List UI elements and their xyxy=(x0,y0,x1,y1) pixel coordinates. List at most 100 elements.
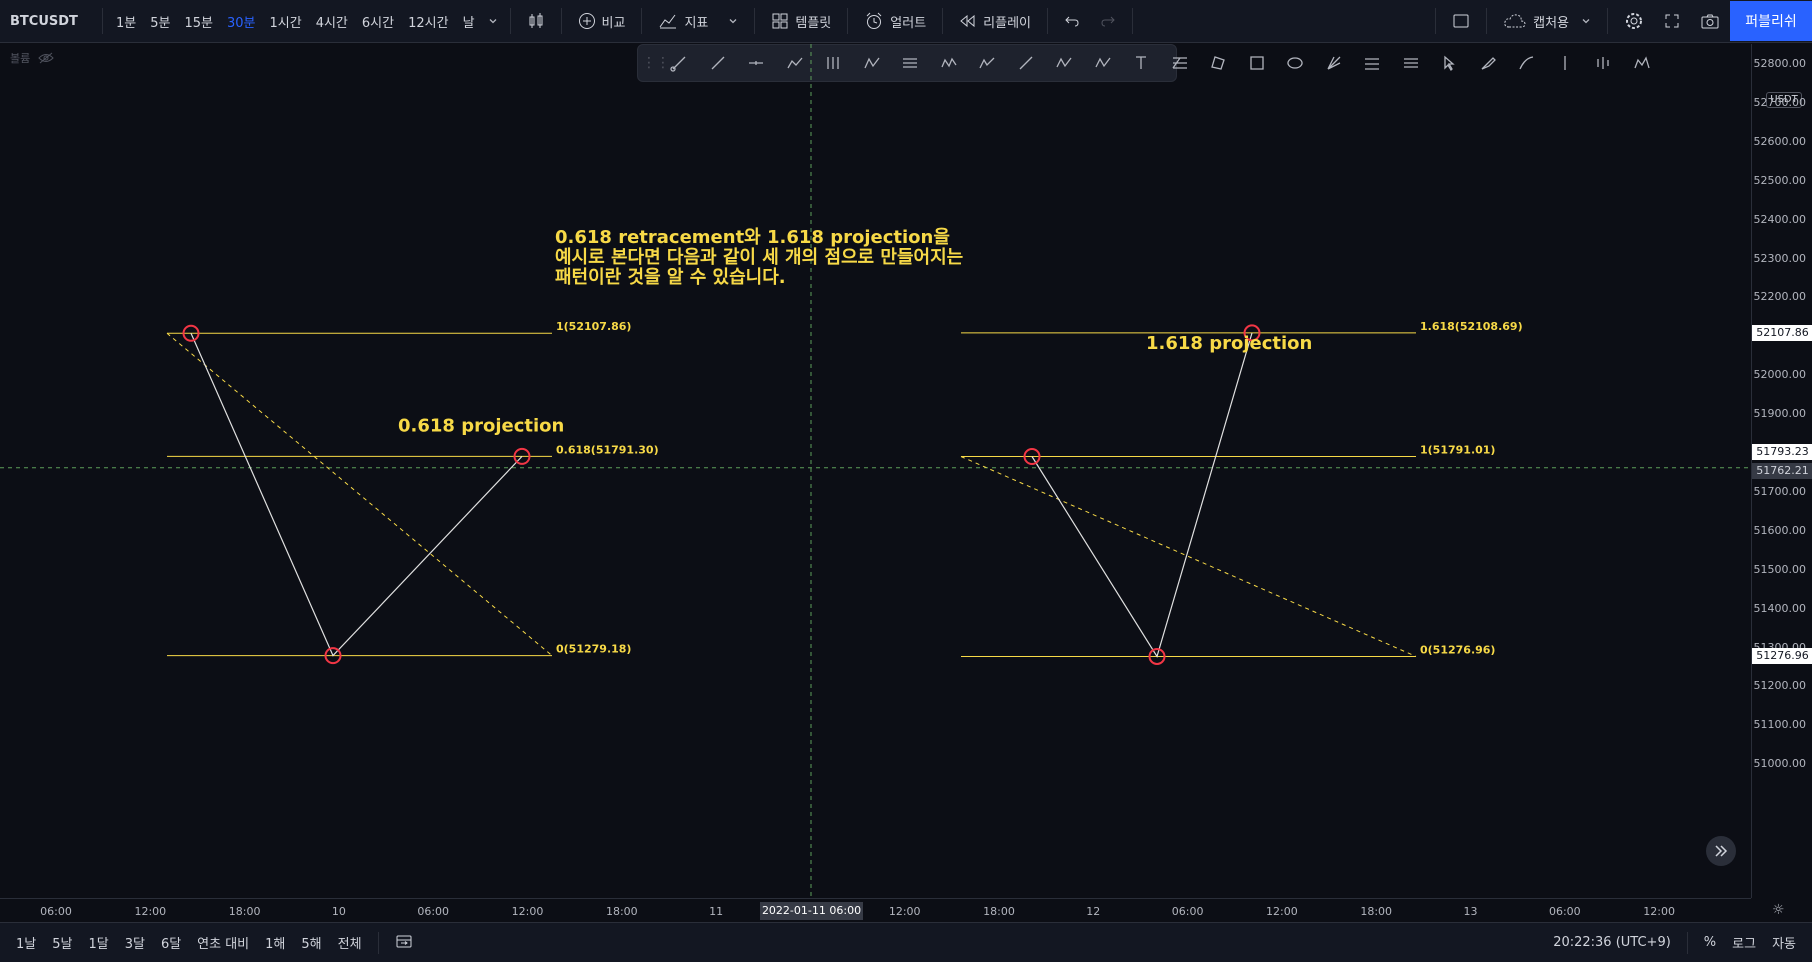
snapshot-button[interactable] xyxy=(1690,12,1730,30)
right-level-label: 0(51276.96) xyxy=(1420,643,1495,656)
range-button[interactable]: 연초 대비 xyxy=(189,933,257,952)
time-tick-label: 18:00 xyxy=(228,905,261,918)
time-tick-label: 13 xyxy=(1463,905,1478,918)
divider xyxy=(1435,8,1437,34)
timeframe-button[interactable]: 1시간 xyxy=(263,12,309,31)
bottom-toolbar: 1날 5날 1달 3달 6달 연초 대비 1해 5해 전체 20:22:36 (UTC+9) %… xyxy=(0,922,1812,962)
price-marker-label: 51762.21 xyxy=(1752,462,1812,479)
redo-icon xyxy=(1101,16,1115,27)
range-button[interactable]: 3달 xyxy=(117,933,153,952)
divider xyxy=(377,931,379,954)
layout-save-button[interactable]: 캡처용 xyxy=(1493,12,1601,31)
divider xyxy=(509,8,511,34)
range-button[interactable]: 1날 xyxy=(0,933,44,952)
timeframe-button[interactable]: 6시간 xyxy=(355,12,401,31)
timeframe-button[interactable]: 1분 xyxy=(109,12,143,31)
range-button[interactable]: 1해 xyxy=(257,933,293,952)
timeframe-list: 1분 5분 15분 30분 1시간 4시간 6시간 12시간 날 xyxy=(109,12,482,31)
price-tick-label: 52000.00 xyxy=(1753,368,1807,382)
chevron-down-icon[interactable] xyxy=(1581,16,1591,26)
right-level-label: 1.618(52108.69) xyxy=(1420,320,1523,333)
right-pattern-path xyxy=(1031,332,1253,658)
auto-scale-toggle[interactable]: 자동 xyxy=(1764,933,1812,952)
percent-scale-toggle[interactable]: % xyxy=(1696,935,1724,950)
range-button[interactable]: 6달 xyxy=(153,933,189,952)
price-tick-label: 51500.00 xyxy=(1753,562,1807,576)
annotation-text[interactable]: 0.618 retracement와 1.618 projection을 예시로… xyxy=(555,228,963,288)
time-tick-label: 12:00 xyxy=(1643,905,1675,918)
plus-circle-icon xyxy=(578,13,595,29)
camera-icon xyxy=(1701,14,1719,29)
chart-pane[interactable]: 1(52107.86) 0.618(51791.30) 0(51279.18) 0.6… xyxy=(0,44,1751,898)
divider xyxy=(102,8,103,34)
divider xyxy=(847,8,849,34)
time-tick-label: 06:00 xyxy=(417,905,450,918)
price-tick-label: 52300.00 xyxy=(1753,251,1807,265)
price-tick-label: 52700.00 xyxy=(1753,95,1807,109)
clock-timezone[interactable]: 20:22:36 (UTC+9) xyxy=(1545,935,1679,950)
divider xyxy=(1132,8,1134,34)
divider xyxy=(1686,931,1688,954)
price-tick-label: 51000.00 xyxy=(1753,757,1807,771)
left-pattern-title: 0.618 projection xyxy=(398,415,564,436)
left-level-label: 1(52107.86) xyxy=(556,320,631,333)
calendar-range-icon xyxy=(396,935,412,947)
timeframe-button[interactable]: 4시간 xyxy=(309,12,355,31)
divider xyxy=(641,8,643,34)
undo-icon xyxy=(1065,16,1079,27)
price-axis[interactable]: USDT 52800.00 52700.00 52600.00 52500.00 524… xyxy=(1751,44,1812,898)
left-level-label: 0.618(51791.30) xyxy=(556,443,659,456)
time-tick-label: 12:00 xyxy=(134,905,167,918)
price-tick-label: 52200.00 xyxy=(1753,290,1807,304)
time-tick-label: 12 xyxy=(1086,905,1101,918)
axis-settings-icon[interactable]: ☼ xyxy=(1772,902,1785,918)
range-button[interactable]: 1달 xyxy=(80,933,116,952)
price-marker-label: 51793.23 xyxy=(1752,443,1812,460)
candles-icon xyxy=(529,13,543,28)
time-tick-label: 06:00 xyxy=(1171,905,1204,918)
scroll-to-realtime-button[interactable] xyxy=(1706,836,1736,866)
time-tick-label: 11 xyxy=(709,905,724,918)
rewind-icon xyxy=(960,14,975,28)
compare-button[interactable]: 비교 xyxy=(568,12,636,31)
price-tick-label: 52400.00 xyxy=(1753,212,1807,226)
fullscreen-layout-button[interactable] xyxy=(1442,13,1480,29)
log-scale-toggle[interactable]: 로그 xyxy=(1724,933,1764,952)
undo-button[interactable] xyxy=(1054,14,1090,28)
replay-button[interactable]: 리플레이 xyxy=(949,12,1041,31)
chevron-down-icon[interactable] xyxy=(728,16,738,26)
range-button[interactable]: 5해 xyxy=(293,933,329,952)
left-trend-dashed xyxy=(166,332,553,656)
top-toolbar: BTCUSDT 1분 5분 15분 30분 1시간 4시간 6시간 12시간 날 비교 지표 템… xyxy=(0,0,1812,43)
layout-label: 캡처용 xyxy=(1533,15,1569,31)
templates-button[interactable]: 템플릿 xyxy=(761,12,841,31)
fullscreen-button[interactable] xyxy=(1654,13,1690,29)
double-chevron-right-icon xyxy=(1715,845,1728,857)
indicators-label: 지표 xyxy=(684,15,709,31)
timeframe-button[interactable]: 5분 xyxy=(143,12,177,31)
timeframe-button[interactable]: 30분 xyxy=(220,12,263,31)
range-button[interactable]: 전체 xyxy=(330,933,370,952)
price-tick-label: 52500.00 xyxy=(1753,173,1807,187)
settings-button[interactable] xyxy=(1614,11,1654,31)
timeframe-button[interactable]: 15분 xyxy=(177,12,220,31)
redo-button[interactable] xyxy=(1090,14,1126,28)
compare-label: 비교 xyxy=(601,15,626,31)
indicators-button[interactable]: 지표 xyxy=(648,12,748,31)
right-trend-dashed xyxy=(960,456,1417,657)
alert-button[interactable]: 얼러트 xyxy=(854,11,936,31)
divider xyxy=(1486,8,1488,34)
publish-button[interactable]: 퍼블리쉬 xyxy=(1730,1,1812,41)
left-pattern-path xyxy=(190,333,523,657)
price-tick-label: 52800.00 xyxy=(1753,57,1807,70)
gear-icon xyxy=(1626,13,1642,29)
timeframe-dropdown-button[interactable] xyxy=(482,16,504,26)
divider xyxy=(1607,8,1608,34)
date-range-button[interactable] xyxy=(387,933,421,953)
symbol-search[interactable]: BTCUSDT xyxy=(0,14,96,29)
timeframe-button[interactable]: 12시간 xyxy=(401,12,455,31)
chart-type-button[interactable] xyxy=(517,12,555,30)
time-axis[interactable]: 12:00 06:00 13 18:00 12:00 06:00 12 18:00 12:00 0… xyxy=(0,898,1751,922)
timeframe-button[interactable]: 날 xyxy=(456,12,482,31)
range-button[interactable]: 5날 xyxy=(44,933,80,952)
